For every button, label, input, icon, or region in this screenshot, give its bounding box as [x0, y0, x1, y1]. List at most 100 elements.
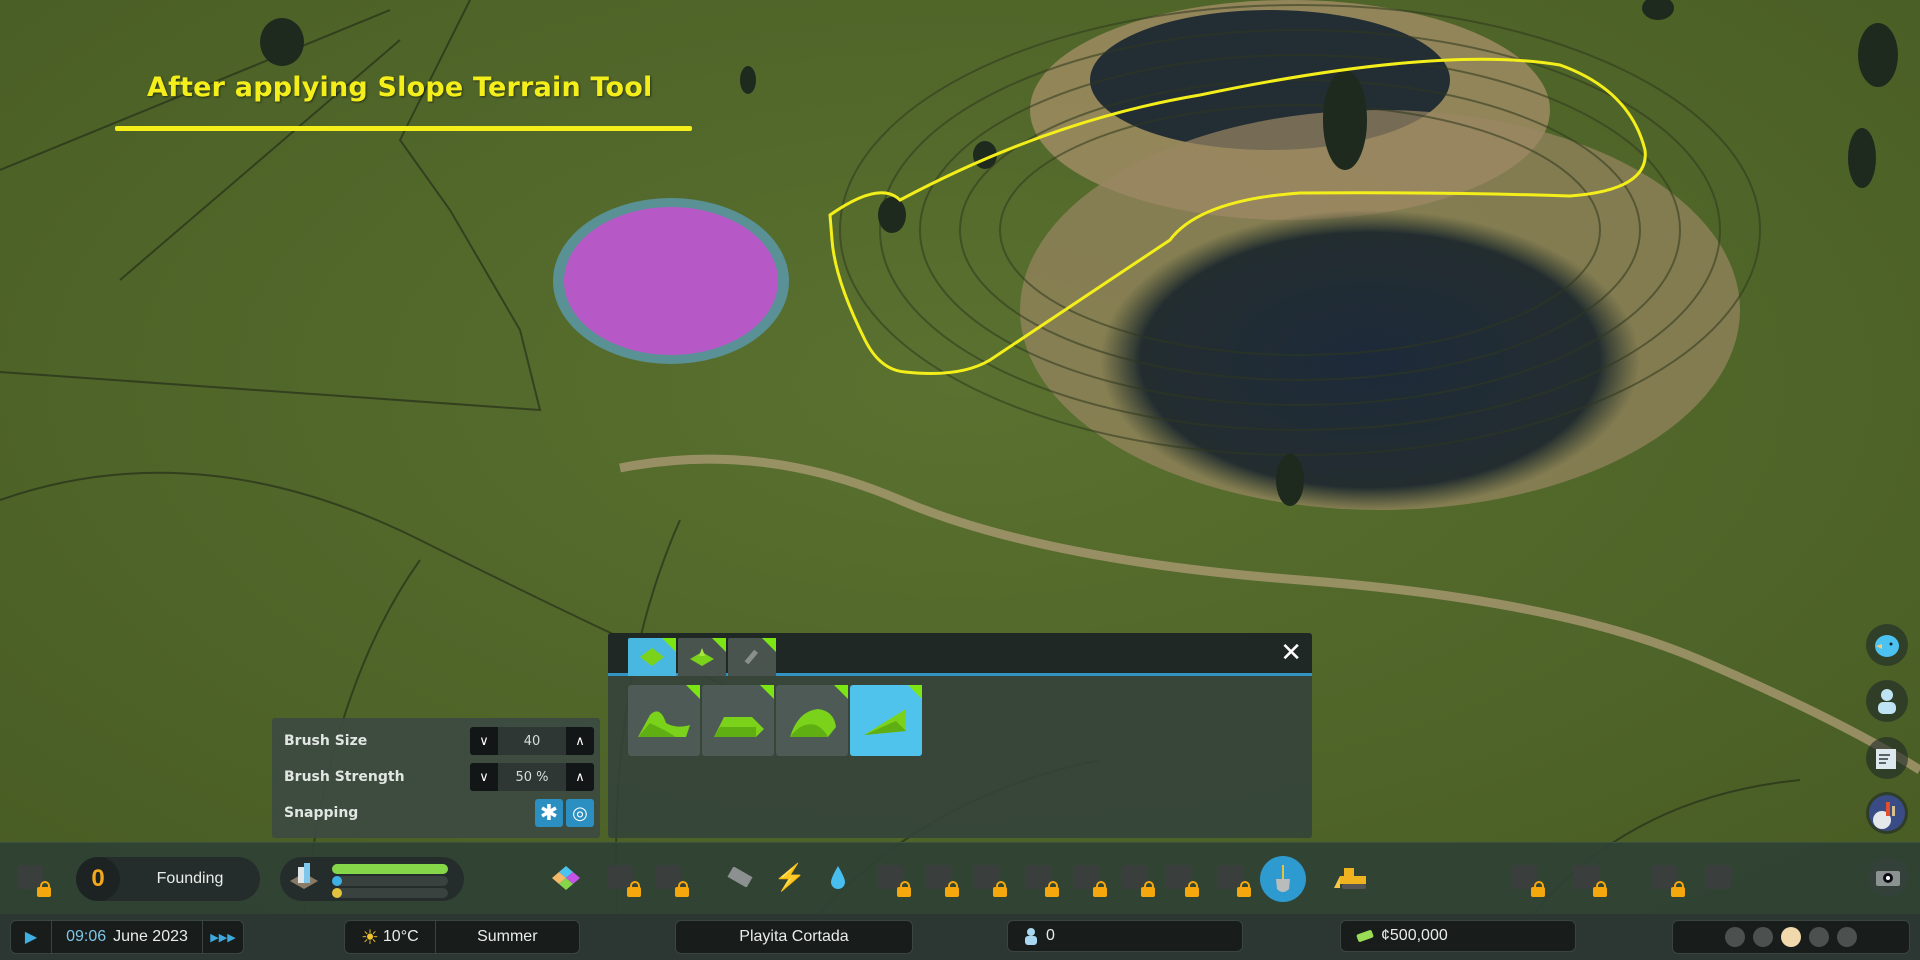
bulldozer-icon — [1334, 864, 1370, 890]
landscaping-button[interactable] — [650, 859, 689, 897]
snap-contour-icon: ◎ — [572, 802, 588, 824]
water-button[interactable] — [820, 859, 856, 895]
citizens-button[interactable] — [1866, 680, 1908, 722]
brush-strength-stepper: ∨ 50 % ∧ — [470, 763, 594, 791]
happiness-face-icon — [1781, 927, 1801, 947]
disaster-icon — [1705, 865, 1731, 889]
happiness-display[interactable] — [1672, 920, 1910, 954]
fire-rescue-button[interactable] — [1020, 859, 1059, 897]
healthcare-button[interactable] — [872, 859, 911, 897]
money-value: ¢500,000 — [1381, 927, 1448, 944]
play-button[interactable]: ▶ — [11, 921, 52, 953]
police-button[interactable] — [1068, 859, 1107, 897]
time-value: 09:06 — [66, 928, 107, 945]
zoning-icon — [551, 864, 581, 890]
development-progress-widget[interactable] — [280, 857, 464, 901]
shift-terrain-icon — [638, 710, 690, 737]
surfaces-tab[interactable] — [728, 638, 776, 676]
roads-button[interactable] — [722, 859, 758, 895]
parks-button[interactable] — [1160, 859, 1199, 897]
water-icon — [829, 864, 847, 890]
disaster-button[interactable] — [1700, 859, 1736, 895]
terrain-tools-tab[interactable] — [628, 638, 676, 676]
play-icon: ▶ — [24, 929, 38, 946]
progress-bar-money — [332, 888, 448, 898]
education-button[interactable] — [968, 859, 1007, 897]
snap-all-icon: ✱ — [539, 800, 559, 826]
happiness-face-icon — [1809, 927, 1829, 947]
brush-size-increase-button[interactable]: ∧ — [566, 727, 594, 755]
brush-strength-value: 50 % — [515, 769, 549, 785]
progression-button[interactable] — [1646, 859, 1685, 897]
terraform-shovel-button[interactable] — [1260, 856, 1306, 902]
terraform-shovel-icon — [1272, 863, 1294, 895]
happiness-face-icon — [1725, 927, 1745, 947]
citizens-icon — [1878, 689, 1896, 714]
snapping-label: Snapping — [284, 805, 359, 821]
lock-icon — [1531, 881, 1545, 897]
city-info-icon — [1869, 795, 1905, 831]
brush-strength-increase-button[interactable]: ∧ — [566, 763, 594, 791]
roads-icon — [725, 867, 755, 887]
lock-icon — [1093, 881, 1107, 897]
brush-strength-label: Brush Strength — [284, 769, 405, 785]
time-controls: ▶ 09:06 June 2023 ▶▶▶ — [10, 920, 244, 954]
level-terrain-brush[interactable] — [702, 685, 774, 756]
date-time-display: 09:06 June 2023 — [52, 921, 203, 953]
city-info-button[interactable] — [1866, 792, 1908, 834]
communications-button[interactable] — [1212, 859, 1251, 897]
snap-contour-button[interactable]: ◎ — [566, 799, 594, 827]
brush-size-decrease-button[interactable]: ∨ — [470, 727, 498, 755]
shift-terrain-brush[interactable] — [628, 685, 700, 756]
resources-tab[interactable] — [678, 638, 726, 676]
lock-icon — [897, 881, 911, 897]
snapping-row: Snapping ✱ ◎ — [284, 799, 594, 827]
area-overview-button[interactable] — [1568, 859, 1607, 897]
brush-size-label: Brush Size — [284, 733, 368, 749]
areas-button[interactable] — [602, 859, 641, 897]
milestone-widget[interactable]: 0 Founding — [76, 857, 260, 901]
lock-icon — [37, 881, 51, 897]
garbage-button[interactable] — [920, 859, 959, 897]
happiness-face-icon — [1753, 927, 1773, 947]
soften-terrain-icon — [790, 708, 836, 737]
lock-icon — [675, 881, 689, 897]
brush-size-row: Brush Size ∨ 40 ∧ — [284, 727, 594, 755]
fast-forward-icon: ▶▶▶ — [210, 931, 236, 944]
electricity-button[interactable]: ⚡ — [772, 859, 808, 895]
happiness-face-icon — [1837, 927, 1857, 947]
zoning-button[interactable] — [548, 859, 584, 895]
bulldozer-button[interactable] — [1334, 859, 1370, 895]
progress-bar-population — [332, 876, 448, 886]
transport-overview-button[interactable] — [1506, 859, 1545, 897]
journal-button[interactable] — [1866, 737, 1908, 779]
slope-terrain-brush[interactable] — [850, 685, 922, 756]
snap-all-button[interactable]: ✱ — [535, 799, 563, 827]
transportation-button[interactable] — [1116, 859, 1155, 897]
brush-size-stepper: ∨ 40 ∧ — [470, 727, 594, 755]
hill-south — [1020, 110, 1740, 510]
slope-terrain-icon — [864, 708, 906, 735]
close-button[interactable]: ✕ — [1280, 638, 1302, 668]
temperature-value: 10°C — [382, 928, 419, 945]
temperature-display: ☀ 10°C — [345, 921, 436, 953]
soften-terrain-brush[interactable] — [776, 685, 848, 756]
lock-icon — [627, 881, 641, 897]
lock-icon — [1671, 881, 1685, 897]
lock-icon — [993, 881, 1007, 897]
lock-icon — [1185, 881, 1199, 897]
money-display[interactable]: ¢500,000 — [1340, 920, 1576, 952]
population-display[interactable]: 0 — [1007, 920, 1243, 952]
journal-icon — [1876, 749, 1896, 769]
city-name[interactable]: Playita Cortada — [675, 920, 913, 954]
chirper-button[interactable] — [1866, 624, 1908, 666]
weather-widget[interactable]: ☀ 10°C Summer — [344, 920, 580, 954]
chirper-icon — [1875, 635, 1899, 657]
lock-icon — [945, 881, 959, 897]
info-views-button[interactable] — [12, 859, 51, 897]
chevron-down-icon: ∨ — [479, 769, 489, 785]
speed-button[interactable]: ▶▶▶ — [203, 921, 243, 953]
brush-strength-decrease-button[interactable]: ∨ — [470, 763, 498, 791]
milestone-label: Founding — [156, 870, 224, 887]
photo-mode-button[interactable] — [1868, 857, 1908, 897]
